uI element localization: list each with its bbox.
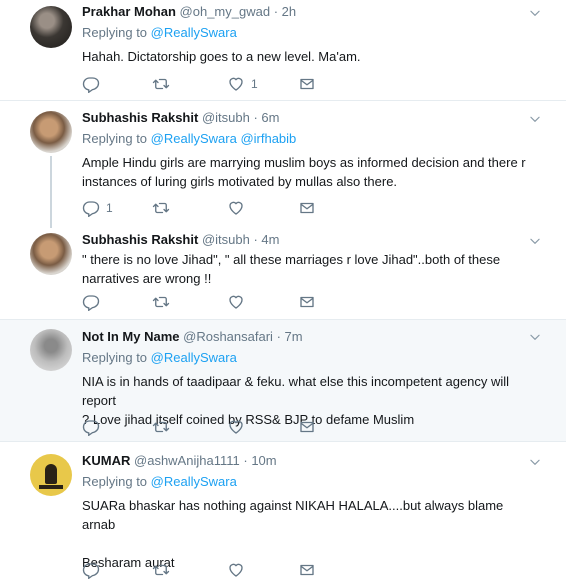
- reply-button[interactable]: [82, 293, 106, 311]
- like-button[interactable]: [227, 199, 251, 217]
- like-button[interactable]: [227, 293, 251, 311]
- tweet-text: Ample Hindu girls are marrying muslim bo…: [82, 155, 526, 189]
- user-handle[interactable]: @oh_my_gwad: [180, 4, 271, 19]
- user-handle[interactable]: @Roshansafari: [183, 329, 273, 344]
- avatar[interactable]: [30, 454, 72, 496]
- heart-icon: [227, 199, 245, 217]
- direct-message-icon: [298, 75, 316, 93]
- direct-message-icon: [298, 418, 316, 436]
- reply-button[interactable]: 1: [82, 199, 113, 217]
- user-handle[interactable]: @ashwAnijha1111: [134, 453, 240, 468]
- heart-icon: [227, 75, 245, 93]
- timestamp[interactable]: 2h: [282, 4, 296, 19]
- reply-button[interactable]: [82, 418, 106, 436]
- user-handle[interactable]: @itsubh: [202, 232, 250, 247]
- like-button[interactable]: [227, 561, 251, 579]
- like-button[interactable]: [227, 418, 251, 436]
- reply-icon: [82, 75, 100, 93]
- replying-to: Replying to @ReallySwara: [82, 474, 237, 489]
- reply-icon: [82, 293, 100, 311]
- direct-message-button[interactable]: [298, 561, 316, 579]
- separator-dot: ·: [243, 453, 248, 468]
- heart-icon: [227, 418, 245, 436]
- replying-to: Replying to @ReallySwara: [82, 25, 237, 40]
- display-name[interactable]: KUMAR: [82, 453, 130, 468]
- reply-button[interactable]: [82, 75, 106, 93]
- reply-icon: [82, 199, 100, 217]
- tweet-subhashis-rakshit-2[interactable]: Subhashis Rakshit @itsubh · 4m " there i…: [0, 227, 566, 320]
- display-name[interactable]: Subhashis Rakshit: [82, 232, 198, 247]
- display-name[interactable]: Prakhar Mohan: [82, 4, 176, 19]
- mention-link[interactable]: @ReallySwara: [151, 25, 237, 40]
- replying-to: Replying to @ReallySwara @irfhabib: [82, 131, 297, 146]
- tweet-prakhar-mohan[interactable]: Prakhar Mohan @oh_my_gwad · 2h Replying …: [0, 0, 566, 101]
- mention-link[interactable]: @ReallySwara @irfhabib: [151, 131, 297, 146]
- tweet-text: Hahah. Dictatorship goes to a new level.…: [82, 49, 361, 64]
- direct-message-button[interactable]: [298, 199, 316, 217]
- retweet-icon: [152, 199, 170, 217]
- user-handle[interactable]: @itsubh: [202, 110, 250, 125]
- display-name[interactable]: Subhashis Rakshit: [82, 110, 198, 125]
- heart-icon: [227, 293, 245, 311]
- reply-button[interactable]: [82, 561, 106, 579]
- separator-dot: ·: [273, 4, 279, 19]
- separator-dot: ·: [253, 110, 258, 125]
- avatar[interactable]: [30, 233, 72, 275]
- avatar[interactable]: [30, 111, 72, 153]
- avatar[interactable]: [30, 6, 72, 48]
- heart-icon: [227, 561, 245, 579]
- tweet-text: " there is no love Jihad", " all these m…: [82, 252, 501, 286]
- retweet-button[interactable]: [152, 293, 170, 311]
- retweet-button[interactable]: [152, 199, 170, 217]
- retweet-icon: [152, 418, 170, 436]
- replying-to: Replying to @ReallySwara: [82, 350, 237, 365]
- reply-icon: [82, 418, 100, 436]
- separator-dot: ·: [253, 232, 258, 247]
- direct-message-button[interactable]: [298, 293, 316, 311]
- direct-message-icon: [298, 561, 316, 579]
- retweet-button[interactable]: [152, 561, 170, 579]
- direct-message-icon: [298, 199, 316, 217]
- mention-link[interactable]: @ReallySwara: [151, 474, 237, 489]
- timestamp[interactable]: 10m: [251, 453, 276, 468]
- timestamp[interactable]: 6m: [261, 110, 279, 125]
- mention-link[interactable]: @ReallySwara: [151, 350, 237, 365]
- direct-message-button[interactable]: [298, 418, 316, 436]
- timestamp[interactable]: 4m: [261, 232, 279, 247]
- retweet-icon: [152, 561, 170, 579]
- direct-message-icon: [298, 293, 316, 311]
- tweet-not-in-my-name[interactable]: Not In My Name @Roshansafari · 7m Replyi…: [0, 320, 566, 442]
- like-button[interactable]: 1: [227, 75, 258, 93]
- retweet-button[interactable]: [152, 418, 170, 436]
- tweet-subhashis-rakshit-1[interactable]: Subhashis Rakshit @itsubh · 6m Replying …: [0, 101, 566, 227]
- display-name[interactable]: Not In My Name: [82, 329, 180, 344]
- reply-icon: [82, 561, 100, 579]
- timestamp[interactable]: 7m: [285, 329, 303, 344]
- avatar[interactable]: [30, 329, 72, 371]
- separator-dot: ·: [276, 329, 281, 344]
- retweet-button[interactable]: [152, 75, 170, 93]
- direct-message-button[interactable]: [298, 75, 316, 93]
- tweet-kumar[interactable]: KUMAR @ashwAnijha1111 · 10m Replying to …: [0, 442, 566, 582]
- retweet-icon: [152, 293, 170, 311]
- retweet-icon: [152, 75, 170, 93]
